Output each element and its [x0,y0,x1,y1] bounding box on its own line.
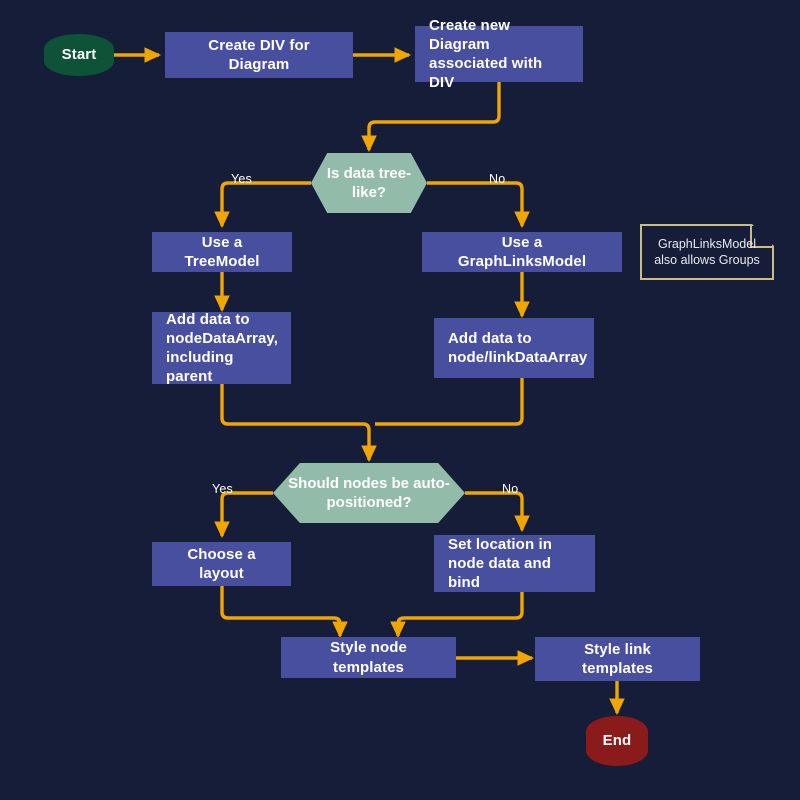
link-set-location-to-style-node [390,592,524,639]
link-decision-autopos-no [465,491,530,533]
note-graphlinksmodel-groups: GraphLinksModel also allows Groups [640,224,774,280]
node-style-node-templates[interactable]: Style node templates [281,637,456,678]
link-add-data-graph-to-decision-autopos [375,378,524,426]
node-set-location-label: Set location in node data and bind [448,535,553,592]
edge-label-tree-no: No [489,172,505,186]
edge-label-autopos-no: No [502,482,518,496]
link-decision-tree-no [427,181,530,229]
link-add-data-tree-to-decision-autopos [220,384,377,463]
node-decision-is-data-tree-like-label: Is data tree-like? [326,164,412,202]
flowchart-canvas: Start Create DIV for Diagram Create new … [0,0,800,800]
node-style-node-templates-label: Style node templates [330,639,407,676]
edge-label-autopos-yes: Yes [212,482,233,496]
node-style-link-templates[interactable]: Style link templates [535,637,700,681]
node-start[interactable]: Start [44,34,114,76]
node-add-data-linkdataarray-label: Add data to node/linkDataArray [448,329,588,366]
node-start-label: Start [61,46,97,64]
node-end[interactable]: End [586,716,648,766]
edge-label-autopos-yes-text: Yes [212,482,233,496]
node-decision-auto-positioned-label: Should nodes be auto-positioned? [288,474,450,512]
node-style-link-templates-label: Style link templates [582,640,653,677]
node-decision-is-data-tree-like[interactable]: Is data tree-like? [311,153,427,213]
node-use-graphlinksmodel[interactable]: Use a GraphLinksModel [422,232,622,272]
node-create-diagram-label: Create new Diagram associated with DIV [429,16,543,92]
node-end-label: End [602,732,632,750]
note-text: GraphLinksModel also allows Groups [654,236,760,268]
edge-label-tree-yes: Yes [231,172,252,186]
node-decision-auto-positioned[interactable]: Should nodes be auto-positioned? [273,463,465,523]
node-use-graphlinksmodel-label: Use a GraphLinksModel [457,233,587,270]
edge-label-tree-yes-text: Yes [231,172,252,186]
edge-label-autopos-no-text: No [502,482,519,496]
node-add-data-nodedataarray-label: Add data to nodeDataArray, including par… [166,310,278,386]
node-create-diagram[interactable]: Create new Diagram associated with DIV [415,17,583,91]
link-decision-autopos-yes [214,491,273,539]
node-choose-a-layout[interactable]: Choose a layout [152,542,291,586]
node-create-div[interactable]: Create DIV for Diagram [165,32,353,78]
edge-label-tree-no-text: No [489,172,506,186]
link-decision-tree-yes [214,181,311,229]
node-add-data-nodedataarray[interactable]: Add data to nodeDataArray, including par… [152,310,291,386]
node-set-location[interactable]: Set location in node data and bind [434,535,595,592]
node-use-treemodel-label: Use a TreeModel [184,233,260,270]
node-add-data-linkdataarray[interactable]: Add data to node/linkDataArray [434,318,594,378]
node-create-div-label: Create DIV for Diagram [208,36,310,73]
node-choose-a-layout-label: Choose a layout [187,545,256,582]
link-choose-layout-to-style-node [220,586,348,639]
node-use-treemodel[interactable]: Use a TreeModel [152,232,292,272]
